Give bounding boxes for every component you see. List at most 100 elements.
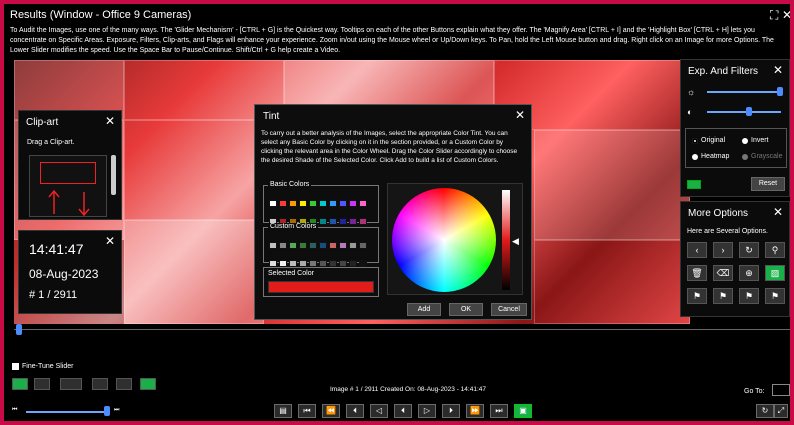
prev-icon[interactable]: ⏴ <box>394 404 412 418</box>
goto-input[interactable] <box>772 384 790 396</box>
clipart-scrollbar[interactable] <box>111 155 116 195</box>
close-icon[interactable]: ✕ <box>773 205 783 219</box>
basic-color-swatch[interactable] <box>309 200 317 207</box>
previous-icon[interactable]: ‹ <box>687 242 707 258</box>
basic-color-swatch[interactable] <box>359 218 367 225</box>
custom-color-swatch[interactable] <box>299 242 307 249</box>
fine-tune-checkbox[interactable] <box>12 363 19 370</box>
basic-color-swatch[interactable] <box>339 218 347 225</box>
save-frame-icon[interactable]: ▤ <box>274 404 292 418</box>
original-radio[interactable]: Original <box>692 137 725 144</box>
custom-color-swatch[interactable] <box>269 242 277 249</box>
custom-color-swatch[interactable] <box>319 242 327 249</box>
close-icon[interactable]: ✕ <box>782 8 790 22</box>
custom-color-swatch[interactable] <box>269 260 277 267</box>
speed-gauge-icon[interactable] <box>92 378 108 390</box>
close-icon[interactable]: ✕ <box>105 234 115 248</box>
rotate-icon[interactable]: ↻ <box>739 242 759 258</box>
basic-color-swatch[interactable] <box>299 200 307 207</box>
grayscale-radio[interactable]: Grayscale <box>742 153 783 160</box>
custom-color-swatch[interactable] <box>289 260 297 267</box>
play-back-icon[interactable]: ◁ <box>370 404 388 418</box>
speed-slider[interactable] <box>26 411 108 413</box>
first-frame-icon[interactable]: ⏮ <box>298 404 316 418</box>
flag-icon[interactable]: ⚑ <box>765 288 785 304</box>
basic-color-swatch[interactable] <box>319 218 327 225</box>
add-button[interactable]: Add <box>407 303 441 316</box>
basic-color-swatch[interactable] <box>319 200 327 207</box>
invert-radio[interactable]: Invert <box>742 137 769 144</box>
apply-filter-icon[interactable] <box>687 180 701 189</box>
delete-icon[interactable]: 🗑 <box>687 265 707 281</box>
step-back-icon[interactable]: ⏴ <box>346 404 364 418</box>
custom-color-swatch[interactable] <box>309 260 317 267</box>
close-icon[interactable]: ✕ <box>773 63 783 77</box>
custom-color-swatch[interactable] <box>279 242 287 249</box>
basic-color-swatch[interactable] <box>329 218 337 225</box>
custom-color-swatch[interactable] <box>349 260 357 267</box>
ok-button[interactable]: OK <box>449 303 483 316</box>
next-icon[interactable]: › <box>713 242 733 258</box>
close-icon[interactable]: ✕ <box>105 114 115 128</box>
custom-color-swatch[interactable] <box>299 260 307 267</box>
heatmap-radio[interactable]: Heatmap <box>692 153 729 160</box>
rewind-icon[interactable]: ⏪ <box>322 404 340 418</box>
rectangle-clipart[interactable] <box>40 162 96 184</box>
export-icon[interactable] <box>140 378 156 390</box>
contrast-slider[interactable] <box>707 111 781 113</box>
basic-color-swatch[interactable] <box>349 218 357 225</box>
fast-forward-icon[interactable]: ⏩ <box>466 404 484 418</box>
custom-color-swatch[interactable] <box>359 242 367 249</box>
camera-grid-icon[interactable] <box>12 378 28 390</box>
play-icon[interactable]: ⏵ <box>442 404 460 418</box>
person-search-icon[interactable]: ⚲ <box>765 242 785 258</box>
cancel-button[interactable]: Cancel <box>491 303 527 316</box>
shade-slider-handle-icon[interactable]: ◀ <box>512 236 519 247</box>
slow-icon: ⏮ <box>12 407 18 413</box>
reset-button[interactable]: Reset <box>751 177 785 191</box>
arrow-clipart[interactable] <box>38 188 100 216</box>
speed-slider-handle[interactable] <box>104 406 110 416</box>
brightness-slider-handle[interactable] <box>777 87 783 96</box>
custom-color-swatch[interactable] <box>329 242 337 249</box>
custom-color-swatch[interactable] <box>319 260 327 267</box>
eraser-icon[interactable]: ⌫ <box>713 265 733 281</box>
monitor-icon[interactable] <box>34 378 50 390</box>
basic-color-swatch[interactable] <box>339 200 347 207</box>
brightness-slider[interactable] <box>707 91 781 93</box>
contrast-slider-handle[interactable] <box>745 107 752 116</box>
flag-icon[interactable]: ⚑ <box>713 288 733 304</box>
more-options-hint: Here are Several Options. <box>687 228 768 235</box>
basic-color-swatch[interactable] <box>359 200 367 207</box>
display-dropdown-icon[interactable] <box>60 378 82 390</box>
custom-color-swatch[interactable] <box>309 242 317 249</box>
image-edit-icon[interactable]: ▨ <box>765 265 785 281</box>
next-icon[interactable]: ▷ <box>418 404 436 418</box>
refresh-icon[interactable]: ↻ <box>756 404 774 418</box>
basic-color-swatch[interactable] <box>279 200 287 207</box>
basic-color-swatch[interactable] <box>329 200 337 207</box>
screenshot-icon[interactable] <box>116 378 132 390</box>
basic-color-swatch[interactable] <box>349 200 357 207</box>
flag-icon[interactable]: ⚑ <box>739 288 759 304</box>
custom-color-swatch[interactable] <box>349 242 357 249</box>
shade-slider[interactable] <box>502 190 510 290</box>
crosshair-icon[interactable]: ⊕ <box>739 265 759 281</box>
custom-color-swatch[interactable] <box>359 260 367 267</box>
color-wheel[interactable] <box>392 188 496 292</box>
fullscreen-icon[interactable]: ⛶ <box>770 8 778 23</box>
view-mode-icon[interactable]: ▣ <box>514 404 532 418</box>
flag-icon[interactable]: ⚑ <box>687 288 707 304</box>
custom-color-swatch[interactable] <box>339 260 347 267</box>
last-frame-icon[interactable]: ⏭ <box>490 404 508 418</box>
close-icon[interactable]: ✕ <box>515 108 525 122</box>
timeline-handle[interactable] <box>16 324 22 335</box>
expand-icon[interactable]: ⤢ <box>774 404 788 418</box>
custom-color-swatch[interactable] <box>329 260 337 267</box>
custom-color-swatch[interactable] <box>289 242 297 249</box>
custom-color-swatch[interactable] <box>339 242 347 249</box>
basic-color-swatch[interactable] <box>289 200 297 207</box>
basic-color-swatch[interactable] <box>269 200 277 207</box>
custom-color-swatch[interactable] <box>279 260 287 267</box>
timeline-track[interactable] <box>14 329 790 330</box>
